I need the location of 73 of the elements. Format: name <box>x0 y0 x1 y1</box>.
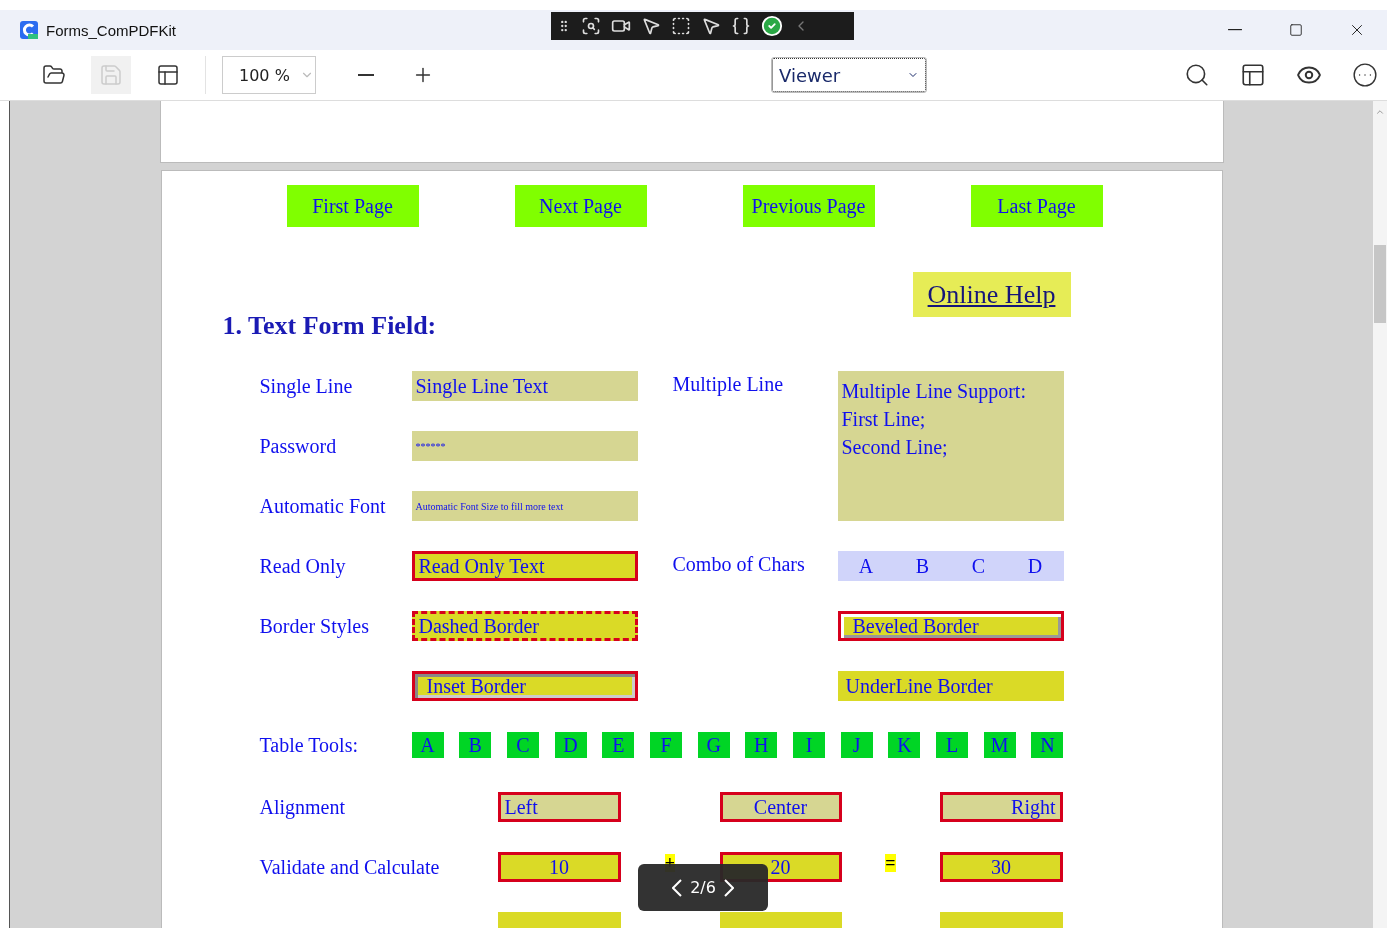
chevron-right-icon <box>723 878 734 897</box>
letter-button[interactable]: B <box>459 732 492 758</box>
field-label: Automatic Font <box>259 494 387 518</box>
mode-dropdown[interactable]: Viewer <box>772 58 926 92</box>
more-icon <box>1352 62 1378 88</box>
field-label: Multiple Line <box>672 373 785 396</box>
field-label: Read Only <box>259 554 347 578</box>
nav-button[interactable]: Last Page <box>970 185 1103 227</box>
pointer-icon[interactable] <box>641 16 661 36</box>
number-field[interactable]: 30 <box>939 852 1063 882</box>
text-field[interactable]: Automatic Font Size to fill more text <box>411 491 638 521</box>
text-field[interactable]: UnderLine Border <box>837 671 1064 701</box>
comb-char: C <box>971 554 986 578</box>
check-circle-icon[interactable] <box>761 15 783 37</box>
minimize-icon <box>1227 29 1242 31</box>
search-icon <box>1184 62 1210 88</box>
comb-field[interactable]: A B C D <box>837 551 1064 581</box>
text-field[interactable]: Center <box>719 792 842 822</box>
maximize-icon <box>1288 23 1303 37</box>
help-link[interactable]: Online Help <box>912 272 1071 317</box>
chevron-left-icon <box>672 878 683 897</box>
letter-button[interactable]: N <box>1031 732 1064 758</box>
comb-char: D <box>1027 554 1043 578</box>
letter-button[interactable]: G <box>697 732 730 758</box>
braces-icon[interactable] <box>731 16 751 36</box>
comb-char: B <box>915 554 930 578</box>
text-field[interactable]: Inset Border <box>411 671 638 701</box>
field-label: Password <box>259 434 338 458</box>
text-field[interactable]: Left <box>497 792 621 822</box>
letter-button[interactable]: L <box>936 732 969 758</box>
next-page-button[interactable] <box>723 878 734 897</box>
letter-button[interactable]: F <box>649 732 682 758</box>
field-label: Border Styles <box>259 614 370 638</box>
multiline-field[interactable]: Multiple Line Support: First Line; Second Line; <box>837 371 1064 521</box>
minus-icon <box>358 74 374 76</box>
text-field[interactable]: Beveled Border <box>837 611 1064 641</box>
previous-page-button[interactable] <box>672 878 683 897</box>
page-number: 2/6 <box>690 878 716 897</box>
window-title: Forms_ComPDFKit <box>46 21 176 39</box>
text-field[interactable]: Read Only Text <box>411 551 638 581</box>
target-icon[interactable] <box>581 16 601 36</box>
layout-icon <box>1240 62 1266 88</box>
field-label: Alignment <box>259 795 347 819</box>
letter-button[interactable]: J <box>840 732 873 758</box>
letter-button[interactable]: H <box>745 732 778 758</box>
letter-button[interactable]: D <box>554 732 587 758</box>
field-label: Single Line <box>259 374 354 398</box>
letter-button[interactable]: K <box>888 732 921 758</box>
letter-button[interactable]: M <box>983 732 1016 758</box>
zoom-field[interactable]: 100 % <box>222 56 316 94</box>
operator-sign: = <box>885 853 896 872</box>
folder-icon <box>42 63 66 87</box>
field-label: Table Tools: <box>259 733 359 757</box>
text-field[interactable]: Single Line Text <box>411 371 638 401</box>
section-heading: 1. Text Form Field: <box>222 311 437 341</box>
letter-button[interactable]: A <box>411 732 444 758</box>
field-label: Validate and Calculate <box>259 855 441 879</box>
letter-button[interactable]: I <box>793 732 825 758</box>
text-field[interactable]: ****** <box>411 431 638 461</box>
letter-button[interactable]: C <box>506 732 539 758</box>
letter-button[interactable]: E <box>602 732 635 758</box>
text-field[interactable]: Right <box>939 792 1063 822</box>
comb-char: A <box>858 554 874 578</box>
scrollbar-thumb[interactable] <box>1374 245 1386 323</box>
field-label: Combo of Chars <box>672 553 806 576</box>
layout-icon <box>156 63 180 87</box>
nav-button[interactable]: Previous Page <box>742 185 875 227</box>
nav-button[interactable]: Next Page <box>514 185 647 227</box>
app-logo-icon <box>20 21 38 39</box>
nav-button[interactable]: First Page <box>286 185 419 227</box>
select-pointer-icon[interactable] <box>701 16 721 36</box>
number-field[interactable]: 10 <box>497 852 621 882</box>
text-field[interactable]: Dashed Border <box>411 611 638 641</box>
